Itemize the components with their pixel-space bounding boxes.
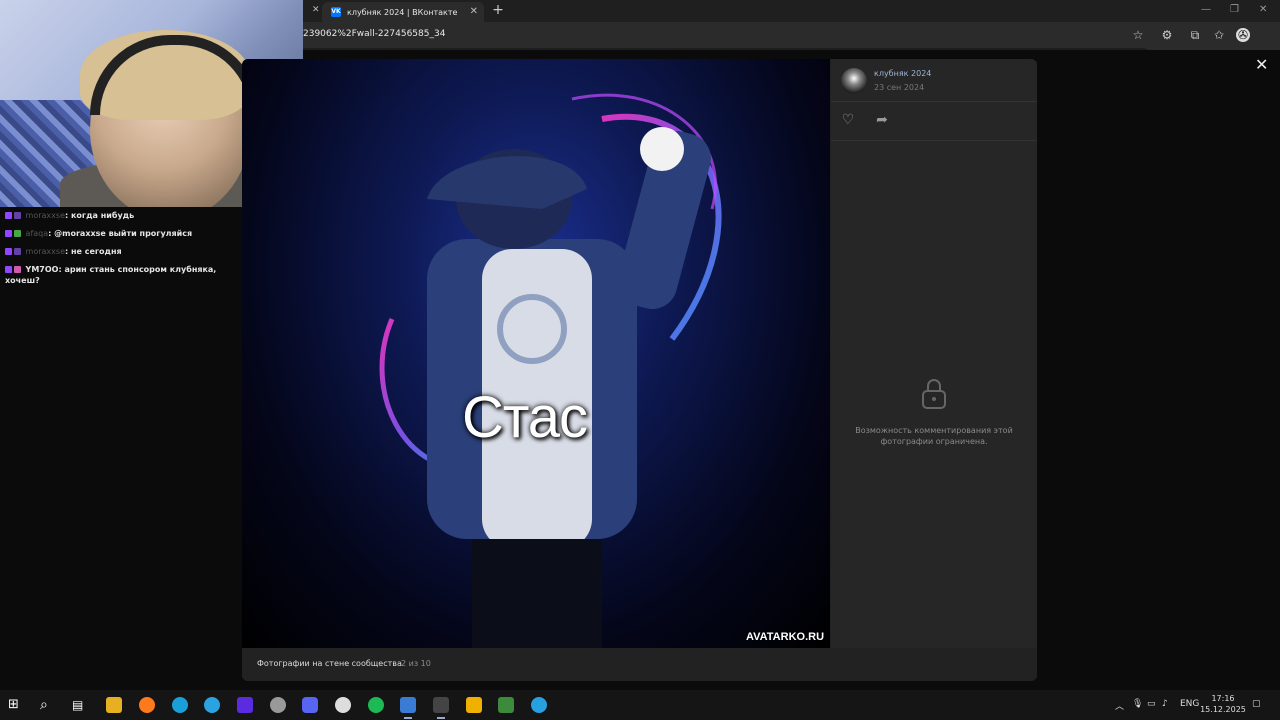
chat-message: afaqa: @moraxxse выйти прогуляйся [5,228,240,239]
viewer-footer: Фотографии на стене сообщества 2 из 10 [242,648,1037,681]
taskbar-window-icon[interactable] [400,697,416,719]
group-name-link[interactable]: клубняк 2024 [874,69,931,78]
minimize-icon[interactable]: — [1201,4,1211,15]
telegram-icon-2[interactable] [531,697,547,713]
url-text[interactable]: 239062%2Fwall-227456585_34 [303,29,445,39]
chat-badge-icon [5,266,12,273]
chat-username: afaqa [25,229,49,238]
telegram-icon[interactable] [204,697,220,713]
post-date: 23 сен 2024 [874,83,925,92]
favorite-star-icon[interactable]: ☆ [1131,28,1145,42]
chat-message: moraxxse: когда нибудь [5,210,240,221]
tray-expand-icon[interactable]: ︿ [1115,699,1124,712]
clock-time: 17:16 [1211,694,1235,703]
album-counter: 2 из 10 [401,659,431,668]
search-icon[interactable]: ⌕ [40,697,56,713]
favorites-icon[interactable]: ✩ [1212,28,1226,42]
photo-actions: ♡ ➦ [831,102,1037,141]
split-screen-icon[interactable]: ⧉ [1188,28,1202,42]
language-indicator[interactable]: ENG [1180,699,1199,709]
task-view-icon[interactable]: ▤ [72,697,88,713]
chat-badge-icon [14,230,21,237]
extensions-icon[interactable]: ⚙ [1160,28,1174,42]
app-icon-2[interactable] [466,697,482,713]
notifications-icon[interactable]: ▢ [1252,699,1261,709]
like-heart-icon[interactable]: ♡ [840,112,856,128]
tab-title: клубняк 2024 | ВКонтакте [347,7,458,17]
new-tab-icon[interactable]: + [491,2,505,18]
post-author-header: клубняк 2024 23 сен 2024 [831,59,1037,102]
firefox-icon[interactable] [139,697,155,713]
previous-tab-close-icon[interactable]: ✕ [312,5,320,15]
discord-icon[interactable] [302,697,318,713]
chat-username: YM7OO [25,265,59,274]
chat-text: @moraxxse выйти прогуляйся [54,229,193,238]
photo-sidebar: клубняк 2024 23 сен 2024 ♡ ➦ Возможность… [831,59,1037,648]
tab-close-icon[interactable]: ✕ [470,6,478,17]
chat-badge-icon [5,248,12,255]
vk-favicon-icon: VK [331,7,341,17]
window-close-icon[interactable]: ✕ [1259,4,1267,15]
windows-taskbar: ⊞ ⌕ ▤ ︿ 🎙 ▭ ♪ ENG 17:16 15.12.2025 ▢ [0,690,1280,720]
photo-watermark: AVATARKO.RU [746,631,825,643]
photo-caption: Стас [462,385,588,450]
photo-viewer: Стас AVATARKO.RU клубняк 2024 23 сен 202… [242,59,1037,681]
game-icon[interactable] [498,697,514,713]
maximize-icon[interactable]: ❐ [1230,4,1239,15]
album-name-link[interactable]: Фотографии на стене сообщества [257,659,402,668]
chat-badge-icon [5,230,12,237]
obs-icon[interactable] [270,697,286,713]
group-avatar[interactable] [841,68,867,94]
chat-badge-icon [14,248,21,255]
notepad-icon[interactable] [433,697,449,719]
chat-username: moraxxse [25,247,65,256]
comments-locked-message: Возможность комментирования этой фотогра… [855,426,1013,446]
file-explorer-icon[interactable] [106,697,122,713]
clock-date: 15.12.2025 [1200,705,1246,714]
chat-username: moraxxse [25,211,65,220]
edge-icon[interactable] [172,697,188,713]
chat-message: moraxxse: не сегодня [5,246,240,257]
chat-text: не сегодня [70,247,122,256]
chat-badge-icon [5,212,12,219]
chat-text: когда нибудь [70,211,135,220]
start-menu-icon[interactable]: ⊞ [8,697,24,713]
spotify-icon[interactable] [368,697,384,713]
wall-photo[interactable]: Стас AVATARKO.RU [242,59,830,648]
stream-chat: moraxxse: когда нибудь afaqa: @moraxxse … [5,210,240,293]
network-icon[interactable]: ▭ [1147,699,1156,709]
volume-icon[interactable]: ♪ [1162,699,1168,709]
photo-artwork [379,93,722,648]
microphone-icon[interactable]: 🎙 [1132,699,1143,709]
share-icon[interactable]: ➦ [874,112,890,128]
chat-message: YM7OO: арин стань спонсором клубняка, хо… [5,265,217,285]
vivaldi-icon[interactable] [237,697,253,713]
clock[interactable]: 17:16 15.12.2025 [1198,693,1248,715]
lock-icon [922,379,946,409]
chat-badge-icon [14,212,21,219]
profile-icon[interactable]: ✇ [1236,28,1250,42]
tab-vk[interactable]: VK клубняк 2024 | ВКонтакте ✕ [322,2,484,22]
app-icon[interactable] [335,697,351,713]
viewer-close-icon[interactable]: ✕ [1255,55,1268,74]
chat-badge-icon [14,266,21,273]
